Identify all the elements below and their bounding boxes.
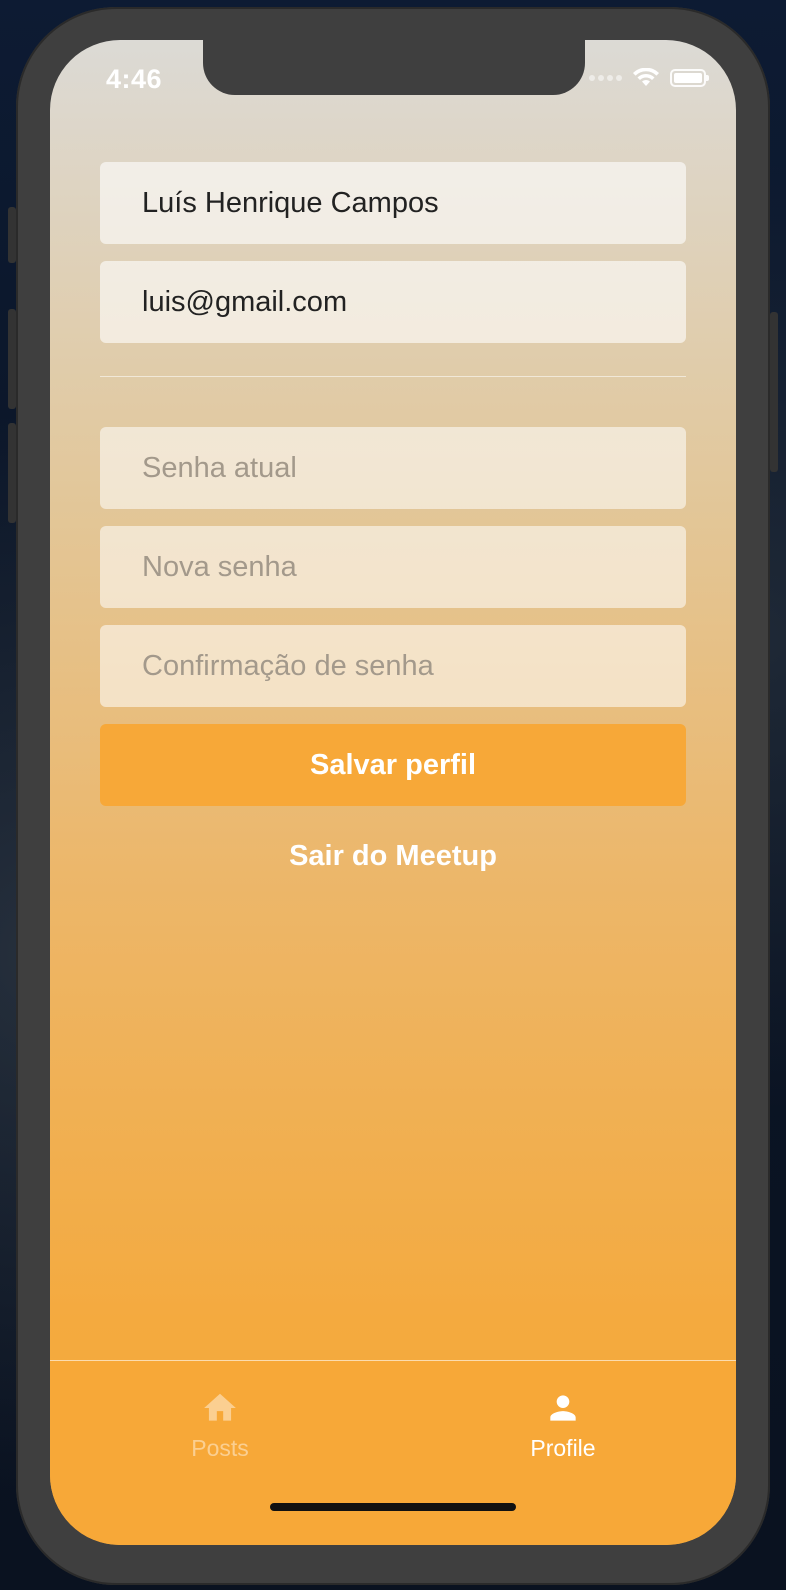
person-icon (550, 1395, 576, 1421)
tab-posts-label: Posts (191, 1435, 249, 1461)
email-field[interactable]: luis@gmail.com (100, 261, 686, 343)
new-password-field[interactable]: Nova senha (100, 526, 686, 608)
power-button (770, 312, 778, 472)
name-field[interactable]: Luís Henrique Campos (100, 162, 686, 244)
status-time: 4:46 (106, 64, 163, 94)
profile-form: Luís Henrique Campos luis@gmail.com Senh… (100, 162, 686, 873)
confirm-password-field[interactable]: Confirmação de senha (100, 625, 686, 707)
tab-bar: Posts Profile (50, 1360, 736, 1545)
tab-profile-label: Profile (530, 1435, 596, 1461)
status-icons (589, 68, 709, 88)
mute-switch (8, 207, 16, 263)
home-icon (204, 1393, 236, 1421)
wifi-icon (633, 68, 659, 86)
logout-button[interactable]: Sair do Meetup (100, 840, 686, 873)
volume-up-button (8, 309, 16, 409)
signal-icon (589, 75, 622, 81)
device-notch (203, 40, 585, 95)
volume-down-button (8, 423, 16, 523)
form-divider (100, 376, 686, 377)
app-screen: 4:46 Luís Henrique Campos luis@gmail.com… (50, 40, 736, 1545)
tab-profile[interactable]: Profile (463, 1389, 663, 1462)
current-password-field[interactable]: Senha atual (100, 427, 686, 509)
save-profile-button[interactable]: Salvar perfil (100, 724, 686, 806)
tab-posts[interactable]: Posts (120, 1389, 320, 1462)
home-indicator[interactable] (270, 1503, 516, 1511)
battery-icon (670, 69, 709, 87)
